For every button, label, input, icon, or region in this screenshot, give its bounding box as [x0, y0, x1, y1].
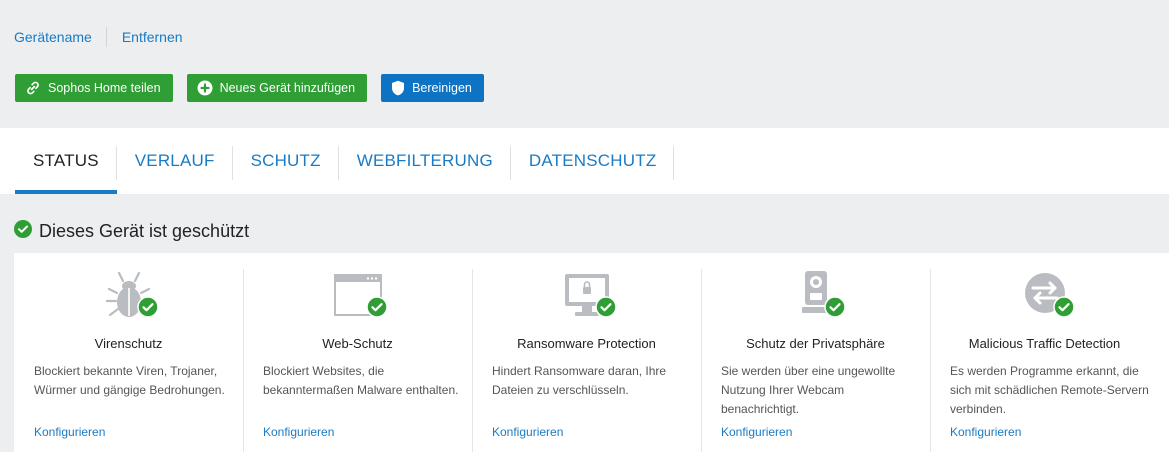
configure-link[interactable]: Konfigurieren [34, 425, 105, 439]
card-description: Es werden Programme erkannt, die sich mi… [950, 364, 1149, 416]
add-device-button-label: Neues Gerät hinzufügen [219, 81, 356, 95]
card-title: Malicious Traffic Detection [968, 336, 1121, 351]
check-circle-icon [14, 220, 32, 243]
card-description: Blockiert Websites, die bekanntermaßen M… [263, 364, 459, 397]
share-sophos-home-button[interactable]: Sophos Home teilen [15, 74, 173, 102]
card-schutz-der-privatsphaere: Schutz der Privatsphäre Sie werden über … [701, 253, 930, 452]
check-circle-icon [594, 296, 617, 323]
clean-button-label: Bereinigen [412, 81, 472, 95]
card-description: Hindert Ransomware daran, Ihre Dateien z… [492, 364, 667, 397]
tab-label: STATUS [33, 151, 99, 170]
tab-verlauf[interactable]: VERLAUF [117, 128, 233, 194]
tab-datenschutz[interactable]: DATENSCHUTZ [511, 128, 675, 194]
divider [105, 27, 107, 47]
device-toolbar: Gerätename Entfernen [14, 27, 183, 47]
tab-bar: STATUS VERLAUF SCHUTZ WEBFILTERUNG DATEN… [0, 128, 1169, 194]
plus-circle-icon [197, 80, 213, 96]
active-tab-indicator [15, 190, 117, 194]
check-circle-icon [1052, 296, 1075, 323]
card-title: Schutz der Privatsphäre [746, 336, 885, 351]
card-ransomware-protection: Ransomware Protection Hindert Ransomware… [472, 253, 701, 452]
status-heading-text: Dieses Gerät ist geschützt [39, 221, 250, 241]
remove-link[interactable]: Entfernen [122, 29, 183, 45]
tab-status[interactable]: STATUS [15, 128, 117, 194]
card-title: Virenschutz [94, 336, 163, 351]
card-virenschutz: Virenschutz Blockiert bekannte Viren, Tr… [14, 253, 243, 452]
clean-button[interactable]: Bereinigen [381, 74, 484, 102]
action-buttons: Sophos Home teilen Neues Gerät hinzufüge… [15, 74, 484, 102]
tab-label: WEBFILTERUNG [356, 151, 493, 170]
tab-webfilterung[interactable]: WEBFILTERUNG [339, 128, 512, 194]
link-icon [25, 80, 41, 96]
card-description: Blockiert bekannte Viren, Trojaner, Würm… [34, 364, 225, 397]
tab-label: DATENSCHUTZ [528, 151, 657, 170]
check-circle-icon [823, 296, 846, 323]
tab-label: SCHUTZ [250, 151, 321, 170]
add-device-button[interactable]: Neues Gerät hinzufügen [186, 74, 368, 102]
card-title: Ransomware Protection [517, 336, 656, 351]
configure-link[interactable]: Konfigurieren [263, 425, 334, 439]
card-title: Web-Schutz [322, 336, 393, 351]
shield-icon [391, 80, 405, 96]
configure-link[interactable]: Konfigurieren [721, 425, 792, 439]
card-description: Sie werden über eine ungewollte Nutzung … [721, 364, 896, 416]
configure-link[interactable]: Konfigurieren [950, 425, 1021, 439]
share-button-label: Sophos Home teilen [48, 81, 161, 95]
card-web-schutz: Web-Schutz Blockiert Websites, die bekan… [243, 253, 472, 452]
check-circle-icon [136, 296, 159, 323]
card-malicious-traffic-detection: Malicious Traffic Detection Es werden Pr… [930, 253, 1159, 452]
device-name-link[interactable]: Gerätename [14, 29, 92, 45]
protection-cards: Virenschutz Blockiert bekannte Viren, Tr… [14, 253, 1169, 452]
protection-status: Dieses Gerät ist geschützt [14, 220, 249, 243]
check-circle-icon [365, 296, 388, 323]
tab-schutz[interactable]: SCHUTZ [233, 128, 339, 194]
configure-link[interactable]: Konfigurieren [492, 425, 563, 439]
tab-label: VERLAUF [134, 151, 215, 170]
